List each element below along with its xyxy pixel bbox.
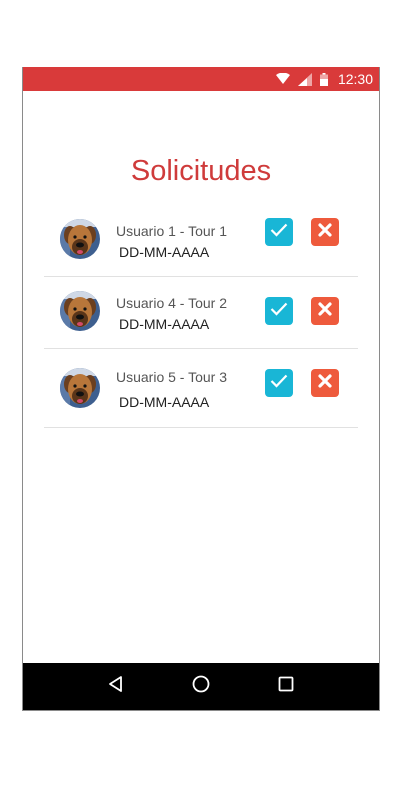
status-icons: 12:30 (275, 67, 373, 91)
signal-icon (297, 72, 312, 86)
check-icon (270, 302, 288, 321)
request-name: Usuario 1 - Tour 1 (116, 223, 228, 239)
recents-icon (278, 676, 294, 697)
back-icon (107, 675, 125, 698)
x-icon (318, 373, 332, 393)
reject-button[interactable] (311, 218, 339, 246)
status-bar: 12:30 (23, 67, 379, 91)
check-icon (270, 223, 288, 242)
reject-button[interactable] (311, 297, 339, 325)
avatar (60, 291, 100, 331)
avatar (60, 368, 100, 408)
battery-icon (319, 72, 328, 86)
requests-list: Usuario 1 - Tour 1 DD-MM-AAAA Usuario 4 … (44, 205, 358, 428)
request-name: Usuario 5 - Tour 3 (116, 369, 228, 385)
home-button[interactable] (186, 672, 216, 702)
x-icon (318, 222, 332, 242)
request-name: Usuario 4 - Tour 2 (116, 295, 228, 311)
x-icon (318, 301, 332, 321)
page-title: Solicitudes (130, 155, 272, 187)
avatar (60, 219, 100, 259)
back-button[interactable] (101, 672, 131, 702)
accept-button[interactable] (265, 218, 293, 246)
list-item: Usuario 1 - Tour 1 DD-MM-AAAA (44, 205, 358, 277)
list-item: Usuario 5 - Tour 3 DD-MM-AAAA (44, 349, 358, 428)
navigation-bar (23, 663, 379, 710)
request-date: DD-MM-AAAA (119, 316, 210, 332)
list-item: Usuario 4 - Tour 2 DD-MM-AAAA (44, 277, 358, 349)
status-time: 12:30 (337, 71, 373, 87)
reject-button[interactable] (311, 369, 339, 397)
wifi-icon (275, 73, 290, 85)
request-date: DD-MM-AAAA (119, 394, 210, 410)
home-icon (191, 674, 211, 699)
recents-button[interactable] (271, 672, 301, 702)
check-icon (270, 374, 288, 393)
request-date: DD-MM-AAAA (119, 244, 210, 260)
phone-screen: 12:30 Solicitudes Usuario 1 - Tour 1 DD-… (22, 67, 380, 711)
accept-button[interactable] (265, 297, 293, 325)
accept-button[interactable] (265, 369, 293, 397)
